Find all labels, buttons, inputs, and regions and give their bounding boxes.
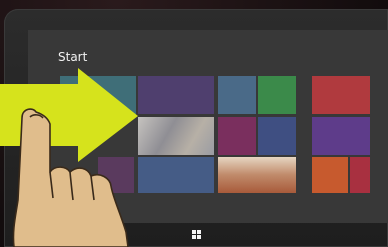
swipe-gesture-overlay	[0, 68, 138, 247]
